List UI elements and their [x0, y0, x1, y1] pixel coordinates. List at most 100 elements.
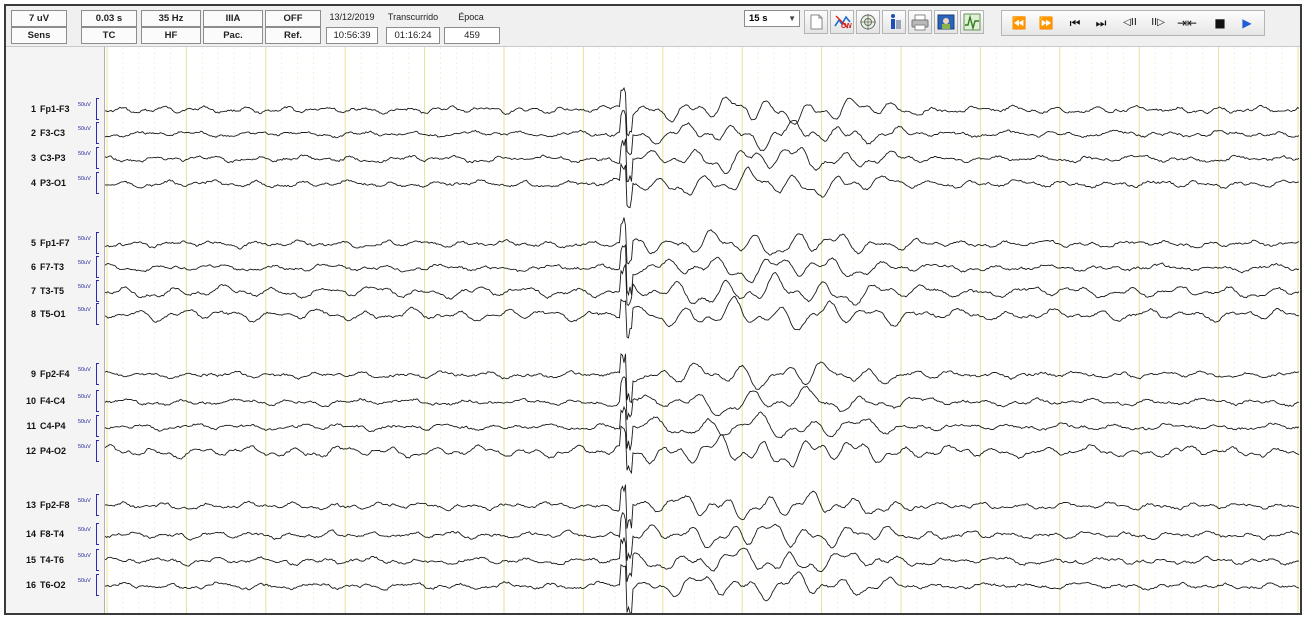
eeg-trace [104, 162, 1299, 209]
print-icon [911, 14, 929, 31]
fast-forward-button[interactable]: ⏩ [1033, 14, 1059, 32]
stop-button[interactable]: ■ [1207, 14, 1233, 32]
channel-scale: 50uV [78, 578, 91, 584]
timebase-value: 15 s [749, 13, 768, 24]
page-icon [810, 14, 823, 30]
channel-label[interactable]: 12 P4-O2 50uV [6, 444, 104, 460]
channel-scale: 50uV [78, 553, 91, 559]
scale-bar [96, 363, 99, 385]
time-constant-value[interactable]: 0.03 s [81, 10, 137, 27]
channel-label[interactable]: 3 C3-P3 50uV [6, 151, 104, 167]
time-constant-button[interactable]: TC [81, 27, 137, 44]
scale-bar [96, 303, 99, 325]
channel-label[interactable]: 13 Fp2-F8 50uV [6, 498, 104, 514]
skip-end-button[interactable]: ⏭ [1088, 14, 1114, 32]
channel-label[interactable]: 11 C4-P4 50uV [6, 419, 104, 435]
channel-name: T3-T5 [40, 286, 65, 296]
scale-bar [96, 574, 99, 596]
eeg-trace [104, 425, 1300, 475]
channel-name: P4-O2 [40, 446, 67, 456]
channel-number: 16 [25, 580, 36, 590]
info-icon [891, 14, 901, 29]
channel-label[interactable]: 5 Fp1-F7 50uV [6, 236, 104, 252]
skip-start-button[interactable]: ⏮ [1062, 14, 1088, 32]
channel-name: F8-T4 [40, 529, 65, 539]
high-filter-value[interactable]: 35 Hz [141, 10, 201, 27]
scale-bar [96, 440, 99, 462]
eeg-viewer-window: 7 uV Sens 0.03 s TC 35 Hz HF IIIA Pac. O… [4, 4, 1302, 615]
waveform-button[interactable] [960, 10, 984, 34]
step-forward-button[interactable]: II▷ [1144, 14, 1172, 32]
channel-label[interactable]: 16 T6-O2 50uV [6, 578, 104, 594]
channel-scale: 50uV [78, 498, 91, 504]
channel-number: 7 [30, 286, 36, 296]
channel-number: 14 [25, 529, 36, 539]
scale-bar [96, 390, 99, 412]
channel-label[interactable]: 4 P3-O1 50uV [6, 176, 104, 192]
compress-button[interactable]: ⇥⇤ [1174, 14, 1200, 32]
timebase-select[interactable]: 15 s ▼ [744, 10, 800, 27]
scale-bar [96, 98, 99, 120]
channel-scale: 50uV [78, 394, 91, 400]
elapsed-label: Transcurrido [387, 12, 439, 22]
channel-number: 15 [25, 555, 36, 565]
scale-bar [96, 147, 99, 169]
epoch-label: Época [458, 12, 484, 22]
montage-on-button[interactable]: ON [830, 10, 854, 34]
eeg-trace [104, 511, 1300, 561]
channel-label[interactable]: 8 T5-O1 50uV [6, 307, 104, 323]
channel-number: 9 [30, 369, 36, 379]
print-button[interactable] [908, 10, 932, 34]
channel-label[interactable]: 2 F3-C3 50uV [6, 126, 104, 142]
channel-name: Fp1-F7 [40, 238, 70, 248]
sensitivity-value[interactable]: 7 uV [11, 10, 67, 27]
channel-scale: 50uV [78, 419, 91, 425]
photo-icon [937, 14, 955, 30]
montage-button[interactable]: Pac. [203, 27, 263, 44]
target-button[interactable] [856, 10, 880, 34]
channel-scale: 50uV [78, 151, 91, 157]
info-button[interactable] [882, 10, 906, 34]
channel-scale: 50uV [78, 527, 91, 533]
waveform-icon [963, 13, 981, 31]
channel-label[interactable]: 1 Fp1-F3 50uV [6, 102, 104, 118]
reference-value[interactable]: OFF [265, 10, 321, 27]
elapsed-time: 01:16:24 [386, 27, 440, 44]
sensitivity-button[interactable]: Sens [11, 27, 67, 44]
channel-label[interactable]: 6 F7-T3 50uV [6, 260, 104, 276]
channel-number: 5 [30, 238, 36, 248]
channel-label[interactable]: 14 F8-T4 50uV [6, 527, 104, 543]
channel-scale: 50uV [78, 444, 91, 450]
channel-label[interactable]: 7 T3-T5 50uV [6, 284, 104, 300]
fast-rewind-button[interactable]: ⏪ [1006, 14, 1032, 32]
step-back-button[interactable]: ◁II [1116, 14, 1144, 32]
reference-button[interactable]: Ref. [265, 27, 321, 44]
channel-number: 12 [25, 446, 36, 456]
montage-value[interactable]: IIIA [203, 10, 263, 27]
photo-button[interactable] [934, 10, 958, 34]
channel-name: F4-C4 [40, 396, 66, 406]
channel-scale: 50uV [78, 307, 91, 313]
channel-label-panel: 1 Fp1-F3 50uV 2 F3-C3 50uV 3 C3-P3 50uV 4 P3-O1 50u… [6, 47, 105, 613]
channel-number: 1 [30, 104, 36, 114]
page-button[interactable] [804, 10, 828, 34]
eeg-trace [105, 563, 1300, 613]
channel-number: 4 [30, 178, 36, 188]
scale-bar [96, 415, 99, 437]
channel-label[interactable]: 15 T4-T6 50uV [6, 553, 104, 569]
scale-bar [96, 523, 99, 545]
high-filter-button[interactable]: HF [141, 27, 201, 44]
channel-name: F3-C3 [40, 128, 66, 138]
scale-bar [96, 232, 99, 254]
channel-scale: 50uV [78, 367, 91, 373]
play-button[interactable]: ▶ [1234, 14, 1260, 32]
eeg-trace [104, 296, 1300, 339]
channel-label[interactable]: 9 Fp2-F4 50uV [6, 367, 104, 383]
channel-number: 10 [25, 396, 36, 406]
epoch-number[interactable]: 459 [444, 27, 500, 44]
eeg-trace-area[interactable] [104, 47, 1300, 613]
target-icon [860, 14, 876, 30]
channel-name: T5-O1 [40, 309, 66, 319]
channel-scale: 50uV [78, 102, 91, 108]
channel-label[interactable]: 10 F4-C4 50uV [6, 394, 104, 410]
